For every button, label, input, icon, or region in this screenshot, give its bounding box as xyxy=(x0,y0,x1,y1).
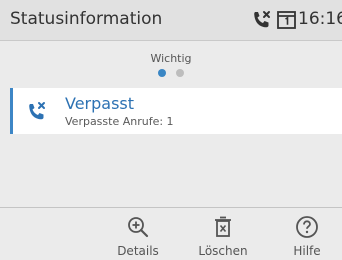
list-item-missed[interactable]: Verpasst Verpasste Anrufe: 1 xyxy=(10,88,342,134)
list-item-subtitle: Verpasste Anrufe: 1 xyxy=(65,115,174,128)
delete-button[interactable]: Löschen xyxy=(188,208,258,260)
details-button[interactable]: Details xyxy=(104,208,174,260)
details-label: Details xyxy=(117,244,159,258)
delete-label: Löschen xyxy=(198,244,248,258)
pager-dots[interactable] xyxy=(0,69,342,77)
help-icon xyxy=(296,216,318,238)
zoom-in-icon xyxy=(128,217,149,238)
clock: 16:16 xyxy=(298,9,342,29)
list-item-title: Verpasst xyxy=(65,94,135,113)
softkey-bar: Details Löschen Hilfe xyxy=(0,207,342,260)
page-title: Statusinformation xyxy=(10,9,163,29)
delete-icon xyxy=(215,216,231,237)
missed-call-icon xyxy=(29,102,45,120)
help-label: Hilfe xyxy=(293,244,321,258)
missed-call-icon xyxy=(254,11,270,28)
page-dot[interactable] xyxy=(176,69,184,77)
pager-label: Wichtig xyxy=(150,52,192,65)
page-dot-active[interactable] xyxy=(158,69,166,77)
help-button[interactable]: Hilfe xyxy=(272,208,342,260)
status-bar: Statusinformation 16:16 xyxy=(0,0,342,41)
message-box-icon xyxy=(277,11,296,29)
